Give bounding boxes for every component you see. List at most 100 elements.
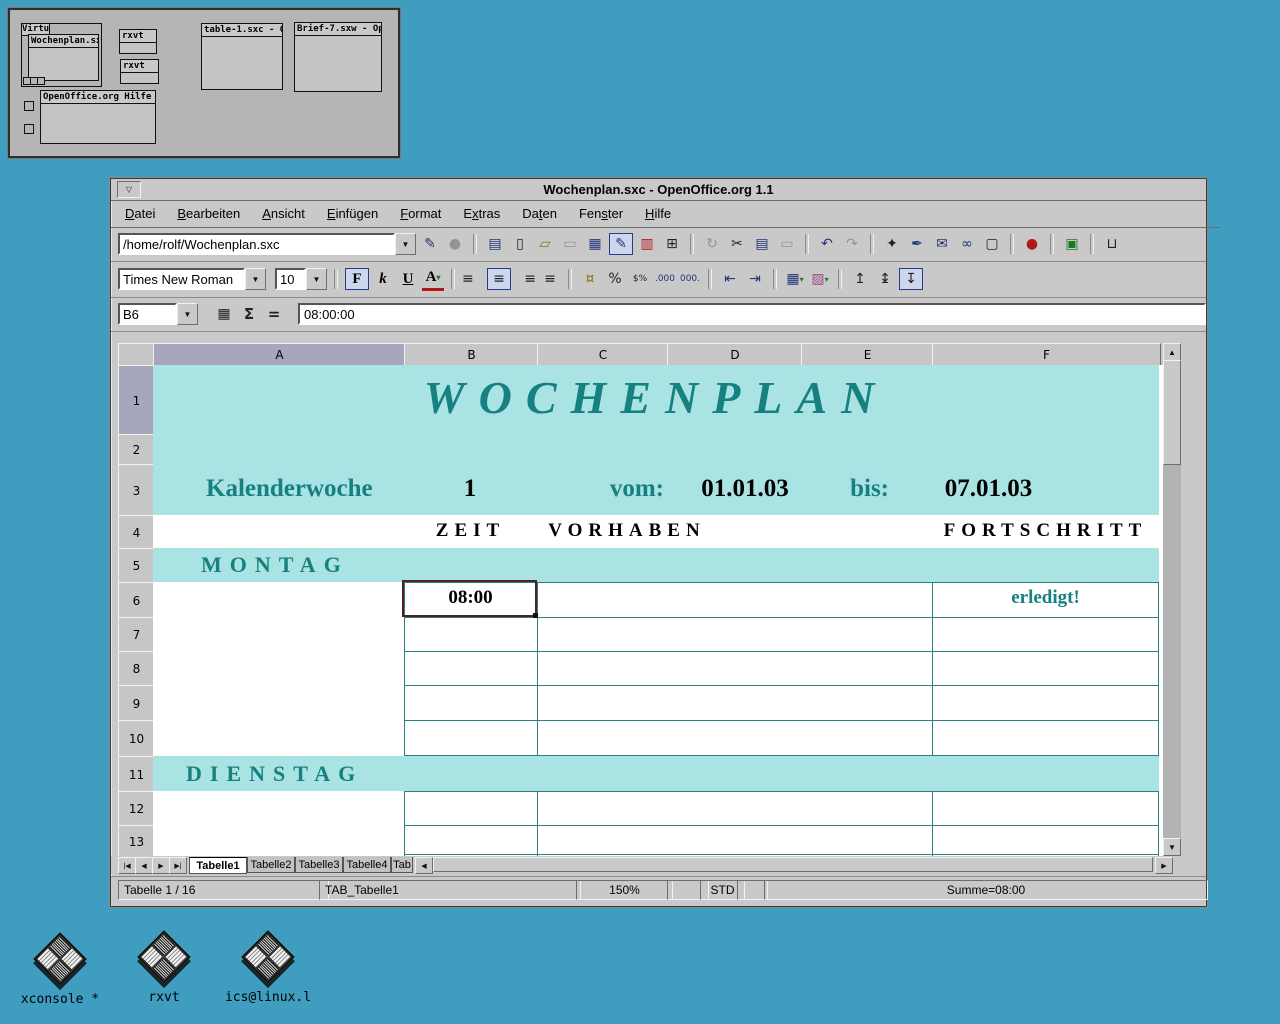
previous-sheet-button[interactable]: ◀ [135, 857, 153, 874]
standard-format-icon[interactable]: $% [629, 269, 651, 289]
desktop-icon-rxvt[interactable]: rxvt [120, 930, 208, 1005]
row-header-5[interactable]: 5 [118, 548, 155, 584]
gallery-icon[interactable]: ▣ [1061, 234, 1083, 254]
font-name-dropdown[interactable]: ▼ [245, 268, 266, 290]
menu-daten[interactable]: Daten [522, 206, 557, 221]
fill-handle[interactable] [533, 613, 538, 618]
pager-desktop-button[interactable] [24, 124, 34, 134]
font-name-combo[interactable]: Times New Roman ▼ [118, 268, 266, 290]
bold-button[interactable]: F [345, 268, 369, 290]
vertical-scroll-thumb[interactable] [1163, 360, 1181, 465]
last-sheet-button[interactable]: ▶| [169, 857, 187, 874]
tab-tabelle5-clipped[interactable]: Tab [391, 857, 413, 873]
align-center-button[interactable]: ≡ [487, 268, 511, 290]
cell-reference-dropdown[interactable]: ▼ [177, 303, 198, 325]
pager-window-table1[interactable]: table-1.sxc - Op [201, 23, 283, 90]
archive-icon[interactable]: ⊔ [1101, 234, 1123, 254]
status-page-style[interactable]: TAB_Tabelle1 [319, 880, 581, 900]
menu-extras[interactable]: Extras [463, 206, 500, 221]
reload-icon[interactable]: ↻ [701, 234, 723, 254]
row-header-3[interactable]: 3 [118, 464, 155, 517]
pager-desktop-button[interactable] [24, 101, 34, 111]
tab-tabelle3[interactable]: Tabelle3 [295, 857, 343, 873]
mail-document-icon[interactable]: ✉ [931, 234, 953, 254]
column-header-D[interactable]: D [667, 343, 803, 367]
status-sum[interactable]: Summe=08:00 [764, 880, 1208, 900]
formula-input-line[interactable]: 08:00:00 [298, 303, 1206, 325]
copy-icon[interactable]: ▤ [751, 234, 773, 254]
pager-window-hilfe[interactable]: OpenOffice.org Hilfe - [40, 90, 156, 144]
hyperlink-icon[interactable]: ∞ [956, 234, 978, 254]
align-right-button[interactable]: ≡ [514, 269, 536, 289]
edit-mode-icon[interactable]: ✎ [609, 233, 633, 255]
undo-icon[interactable]: ↶ [816, 234, 838, 254]
export-pdf-icon[interactable]: ▥ [636, 234, 658, 254]
font-size-dropdown[interactable]: ▼ [306, 268, 327, 290]
url-field[interactable]: /home/rolf/Wochenplan.sxc [118, 233, 395, 255]
menu-hilfe[interactable]: Hilfe [645, 206, 671, 221]
delete-decimal-icon[interactable]: 000. [679, 269, 701, 289]
menu-fenster[interactable]: Fenster [579, 206, 623, 221]
stop-loading-icon[interactable]: ● [444, 234, 466, 254]
currency-format-icon[interactable]: ¤ [579, 269, 601, 289]
datasources-icon[interactable]: ▢ [981, 234, 1003, 254]
cell-cursor[interactable] [402, 580, 537, 617]
horizontal-scrollbar[interactable] [433, 857, 1153, 872]
column-header-F[interactable]: F [932, 343, 1161, 367]
stylist-icon[interactable]: ✒ [906, 234, 928, 254]
vertical-scrollbar[interactable]: ▲ ▼ [1163, 343, 1181, 856]
menu-format[interactable]: Format [400, 206, 441, 221]
column-header-B[interactable]: B [404, 343, 539, 367]
menu-einfuegen[interactable]: Einfügen [327, 206, 378, 221]
first-sheet-button[interactable]: |◀ [118, 857, 136, 874]
menu-bearbeiten[interactable]: Bearbeiten [177, 206, 240, 221]
pager-window-wochenplan[interactable]: Wochenplan.sx [28, 34, 99, 81]
pager-window-brief7[interactable]: Brief-7.sxw - Ope [294, 22, 382, 92]
row-header-13[interactable]: 13 [118, 825, 155, 858]
column-header-A[interactable]: A [153, 343, 406, 367]
new-document-icon[interactable]: ▯ [509, 234, 531, 254]
title-bar[interactable]: ▽ Wochenplan.sxc - OpenOffice.org 1.1 [111, 179, 1206, 201]
cell-reference-field[interactable]: B6 [118, 303, 177, 325]
increase-indent-icon[interactable]: ⇥ [744, 269, 766, 289]
virtual-desktop-pager[interactable]: Virtu Wochenplan.sx rxvt rxvt table-1.sx… [8, 8, 400, 158]
cell-reference-combo[interactable]: B6 ▼ [118, 303, 198, 325]
underline-button[interactable]: U [397, 269, 419, 289]
redo-icon[interactable]: ↷ [841, 234, 863, 254]
valign-bottom-button[interactable]: ↧ [899, 268, 923, 290]
function-wizard-icon[interactable]: ▦ [213, 304, 235, 324]
add-decimal-icon[interactable]: .000 [654, 269, 676, 289]
font-name-field[interactable]: Times New Roman [118, 268, 245, 290]
tab-tabelle4[interactable]: Tabelle4 [343, 857, 391, 873]
scroll-down-button[interactable]: ▼ [1163, 838, 1181, 856]
desktop-icon-xconsole[interactable]: xconsole * [16, 932, 104, 1007]
row-header-4[interactable]: 4 [118, 515, 155, 550]
print-icon[interactable]: ⊞ [661, 234, 683, 254]
new-from-template-icon[interactable]: ▤ [484, 234, 506, 254]
column-header-E[interactable]: E [801, 343, 934, 367]
edit-file-icon[interactable]: ✎ [419, 234, 441, 254]
row-header-12[interactable]: 12 [118, 791, 155, 827]
pager-window-wochenplan-frame[interactable]: Virtu Wochenplan.sx [21, 23, 102, 87]
row-header-8[interactable]: 8 [118, 651, 155, 687]
font-color-button[interactable]: A▾ [422, 268, 444, 291]
align-left-button[interactable]: ≡ [462, 269, 484, 289]
justify-button[interactable]: ≡ [539, 269, 561, 289]
hscroll-left-button[interactable]: ◀ [415, 857, 433, 874]
column-header-C[interactable]: C [537, 343, 669, 367]
valign-center-button[interactable]: ↨ [874, 269, 896, 289]
background-color-button[interactable]: ▨▾ [809, 269, 831, 289]
pager-window-rxvt-2[interactable]: rxvt [120, 59, 159, 84]
row-header-1[interactable]: 1 [118, 365, 155, 436]
cut-icon[interactable]: ✂ [726, 234, 748, 254]
borders-button[interactable]: ▦▾ [784, 269, 806, 289]
status-zoom[interactable]: 150% [576, 880, 673, 900]
hscroll-right-button[interactable]: ▶ [1155, 857, 1173, 874]
scroll-up-button[interactable]: ▲ [1163, 343, 1181, 361]
navigator-icon[interactable]: ✦ [881, 234, 903, 254]
pager-frame-button[interactable] [37, 77, 45, 85]
tab-tabelle2[interactable]: Tabelle2 [247, 857, 295, 873]
tab-tabelle1[interactable]: Tabelle1 [189, 857, 247, 874]
row-header-10[interactable]: 10 [118, 720, 155, 758]
font-size-field[interactable]: 10 [275, 268, 306, 290]
